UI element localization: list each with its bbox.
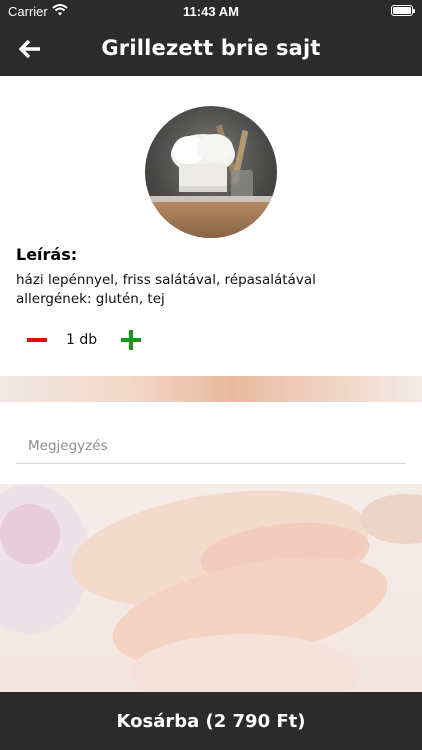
food-photo — [0, 484, 422, 692]
page-title: Grillezett brie sajt — [101, 36, 321, 60]
quantity-value: 1 db — [66, 332, 98, 348]
description-line: házi lepénnyel, friss salátával, répasal… — [16, 272, 316, 288]
minus-icon — [27, 338, 47, 342]
increase-quantity-button[interactable] — [116, 326, 146, 354]
battery-fill — [393, 7, 411, 14]
product-image — [145, 106, 277, 238]
status-time: 11:43 AM — [183, 4, 239, 19]
counter — [145, 202, 277, 238]
decrease-quantity-button[interactable] — [22, 327, 52, 353]
battery-icon — [391, 5, 415, 16]
status-bar: Carrier 11:43 AM — [0, 0, 422, 22]
nav-bar: Grillezett brie sajt — [0, 22, 422, 76]
add-to-cart-button[interactable]: Kosárba (2 790 Ft) — [0, 692, 422, 750]
note-input[interactable] — [16, 428, 406, 464]
note-area — [0, 402, 422, 484]
food-photo-strip — [0, 376, 422, 402]
allergen-line: allergének: glutén, tej — [16, 291, 165, 307]
description-heading: Leírás: — [16, 245, 78, 264]
